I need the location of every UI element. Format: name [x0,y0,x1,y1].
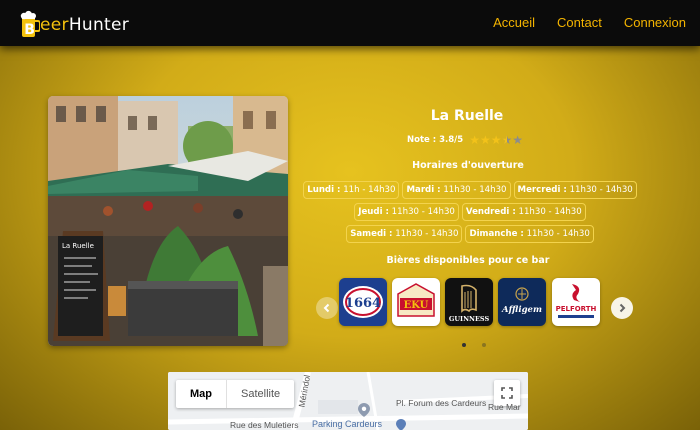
map-tab-satellite[interactable]: Satellite [227,380,294,408]
carousel-dots [462,343,486,347]
hours-chip: Dimanche : 11h30 - 14h30 [465,225,594,243]
nav-contact[interactable]: Contact [557,15,602,30]
hours-chip: Lundi : 11h - 14h30 [303,181,400,199]
google-map[interactable]: Map Satellite Mérindol Pl. Forum des Car… [168,372,528,430]
map-label-street: Rue Mar [488,402,521,412]
hours-chip: Vendredi : 11h30 - 14h30 [461,203,586,221]
hours-chip: Jeudi : 11h30 - 14h30 [354,203,459,221]
nav-connexion[interactable]: Connexion [624,15,686,30]
logo-text: eerHunter [40,15,130,35]
beer-mug-icon: B [20,8,41,38]
fullscreen-icon [501,387,513,399]
beer-logo-text: EKU [404,300,429,311]
star-icon: ★ [479,133,491,147]
beer-logo-pelforth[interactable]: PELFORTH [552,278,600,326]
star-icon: ★ [490,133,502,147]
hours-chip: Mardi : 11h30 - 14h30 [402,181,511,199]
rating-label: Note : 3.8/5 [407,135,464,145]
map-tab-map[interactable]: Map [176,380,227,408]
beers-title: Bières disponibles pour ce bar [386,255,550,266]
empty-star-icon: ★ [512,133,524,147]
beer-logo-text: GUINNESS [449,315,490,323]
main-nav: Accueil Contact Connexion [493,15,686,30]
logo-letter-b: B [24,22,35,38]
hours-title: Horaires d'ouverture [412,160,524,171]
beer-logo-eku[interactable]: EKU [392,278,440,326]
hours-row-3: Samedi : 11h30 - 14h30 Dimanche : 11h30 … [300,225,640,243]
rating-stars: ★ ★ ★ ★ ★ [469,134,523,146]
carousel-dot-active[interactable] [462,343,466,347]
chevron-left-icon [323,303,330,313]
map-type-tabs: Map Satellite [176,380,295,408]
top-navbar: B eerHunter Accueil Contact Connexion [0,0,700,46]
beerhunter-logo[interactable]: B eerHunter [20,8,129,38]
carousel-prev-button[interactable] [316,297,338,319]
carousel-next-button[interactable] [611,297,633,319]
beer-logo-guinness[interactable]: GUINNESS [445,278,493,326]
map-label-parking: Parking Cardeurs [312,419,383,429]
map-poi-icon[interactable] [396,416,406,430]
photo-sign-text: La Ruelle [62,242,94,250]
beer-logo-affligem[interactable]: Affligem [498,278,546,326]
hours-row-2: Jeudi : 11h30 - 14h30 Vendredi : 11h30 -… [300,203,640,221]
hours-row-1: Lundi : 11h - 14h30 Mardi : 11h30 - 14h3… [300,181,640,199]
bar-name: La Ruelle [430,108,504,124]
beer-logo-text: PELFORTH [556,305,597,313]
map-pin-icon[interactable] [358,402,370,421]
half-star-icon: ★ [501,134,512,146]
hours-chip: Mercredi : 11h30 - 14h30 [513,181,637,199]
hours-chip: Samedi : 11h30 - 14h30 [346,225,463,243]
map-label-street: Rue des Muletiers [230,420,299,430]
star-icon: ★ [469,133,480,147]
nav-accueil[interactable]: Accueil [493,15,535,30]
chevron-right-icon [619,303,626,313]
map-label-square: Pl. Forum des Cardeurs [396,398,487,408]
beer-logo-text: 1664 [345,296,381,311]
beer-logo-text: Affligem [501,305,542,315]
beer-logo-kronenbourg-1664[interactable]: 1664 [339,278,387,326]
carousel-dot[interactable] [482,343,486,347]
rating: Note : 3.8/5 ★ ★ ★ ★ ★ [407,134,523,146]
bar-photo: La Ruelle [48,96,288,346]
